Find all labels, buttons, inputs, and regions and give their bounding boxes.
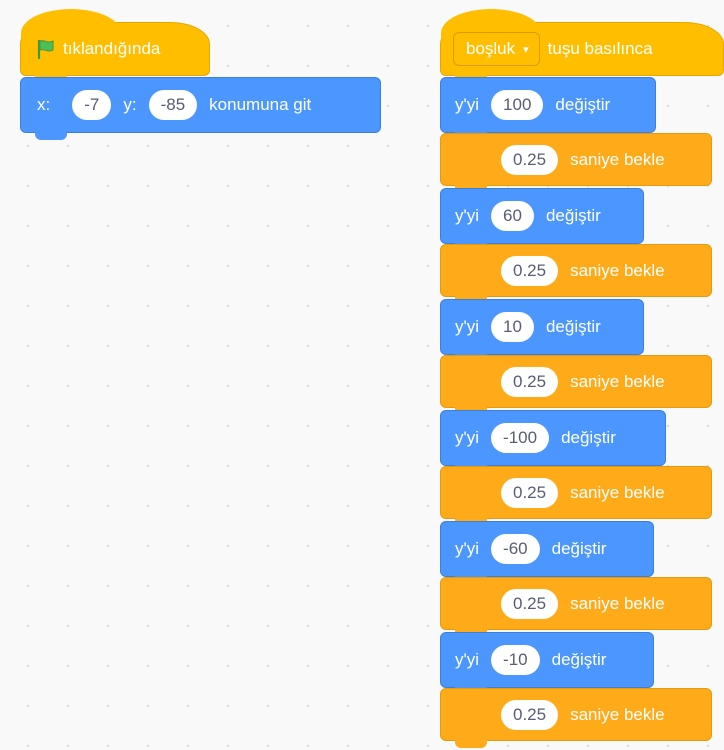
change-y-label: değiştir [551, 539, 607, 558]
change-y-prefix: y'yi [455, 539, 480, 558]
change-y-label: değiştir [551, 650, 607, 669]
x-input[interactable]: -7 [72, 90, 112, 120]
change-y-input[interactable]: -100 [491, 423, 550, 453]
when-flag-clicked-block[interactable]: tıklandığında [20, 9, 210, 83]
key-dropdown[interactable]: boşluk ▾ [453, 32, 540, 66]
wait-block[interactable]: 0.25 saniye bekle [440, 577, 712, 637]
change-y-label: değiştir [545, 317, 601, 336]
change-y-input[interactable]: -10 [491, 645, 540, 675]
change-y-block[interactable]: y'yi -60 değiştir [440, 521, 654, 584]
change-y-block[interactable]: y'yi 60 değiştir [440, 188, 644, 251]
change-y-input[interactable]: 10 [491, 312, 534, 342]
change-y-label: değiştir [545, 206, 601, 225]
wait-input[interactable]: 0.25 [501, 144, 559, 175]
change-y-input[interactable]: 60 [491, 201, 534, 231]
change-y-prefix: y'yi [455, 428, 480, 447]
wait-label: saniye bekle [570, 149, 665, 169]
wait-label: saniye bekle [570, 371, 665, 391]
change-y-prefix: y'yi [455, 95, 480, 114]
x-label: x: [37, 95, 51, 114]
goto-xy-block[interactable]: x: -7 y: -85 konumuna git [20, 77, 381, 140]
wait-input[interactable]: 0.25 [501, 366, 559, 397]
change-y-label: değiştir [561, 428, 616, 447]
change-y-block[interactable]: y'yi 100 değiştir [440, 77, 656, 140]
y-input[interactable]: -85 [148, 90, 198, 120]
change-y-block[interactable]: y'yi -10 değiştir [440, 632, 654, 695]
wait-block[interactable]: 0.25 saniye bekle [440, 133, 712, 193]
when-key-pressed-block[interactable]: boşluk ▾ tuşu basılınca [440, 9, 724, 83]
hat-label: tıklandığında [63, 39, 161, 58]
wait-block[interactable]: 0.25 saniye bekle [440, 688, 712, 748]
goto-label: konumuna git [209, 95, 312, 114]
change-y-input[interactable]: 100 [491, 90, 544, 120]
wait-block[interactable]: 0.25 saniye bekle [440, 244, 712, 304]
change-y-prefix: y'yi [455, 206, 480, 225]
wait-label: saniye bekle [570, 260, 665, 280]
change-y-prefix: y'yi [455, 650, 480, 669]
wait-input[interactable]: 0.25 [501, 588, 559, 619]
change-y-label: değiştir [555, 95, 611, 114]
wait-label: saniye bekle [570, 704, 665, 724]
wait-label: saniye bekle [570, 593, 665, 613]
wait-input[interactable]: 0.25 [501, 255, 559, 286]
wait-label: saniye bekle [570, 482, 665, 502]
change-y-prefix: y'yi [455, 317, 480, 336]
chevron-down-icon: ▾ [523, 43, 529, 56]
key-value: boşluk [466, 39, 516, 58]
change-y-block[interactable]: y'yi -100 değiştir [440, 410, 666, 473]
wait-block[interactable]: 0.25 saniye bekle [440, 355, 712, 415]
wait-input[interactable]: 0.25 [501, 699, 559, 730]
change-y-input[interactable]: -60 [491, 534, 540, 564]
hat-label: tuşu basılınca [547, 39, 653, 58]
change-y-block[interactable]: y'yi 10 değiştir [440, 299, 644, 362]
wait-block[interactable]: 0.25 saniye bekle [440, 466, 712, 526]
y-label: y: [123, 95, 137, 114]
wait-input[interactable]: 0.25 [501, 477, 559, 508]
green-flag-icon [37, 40, 54, 59]
